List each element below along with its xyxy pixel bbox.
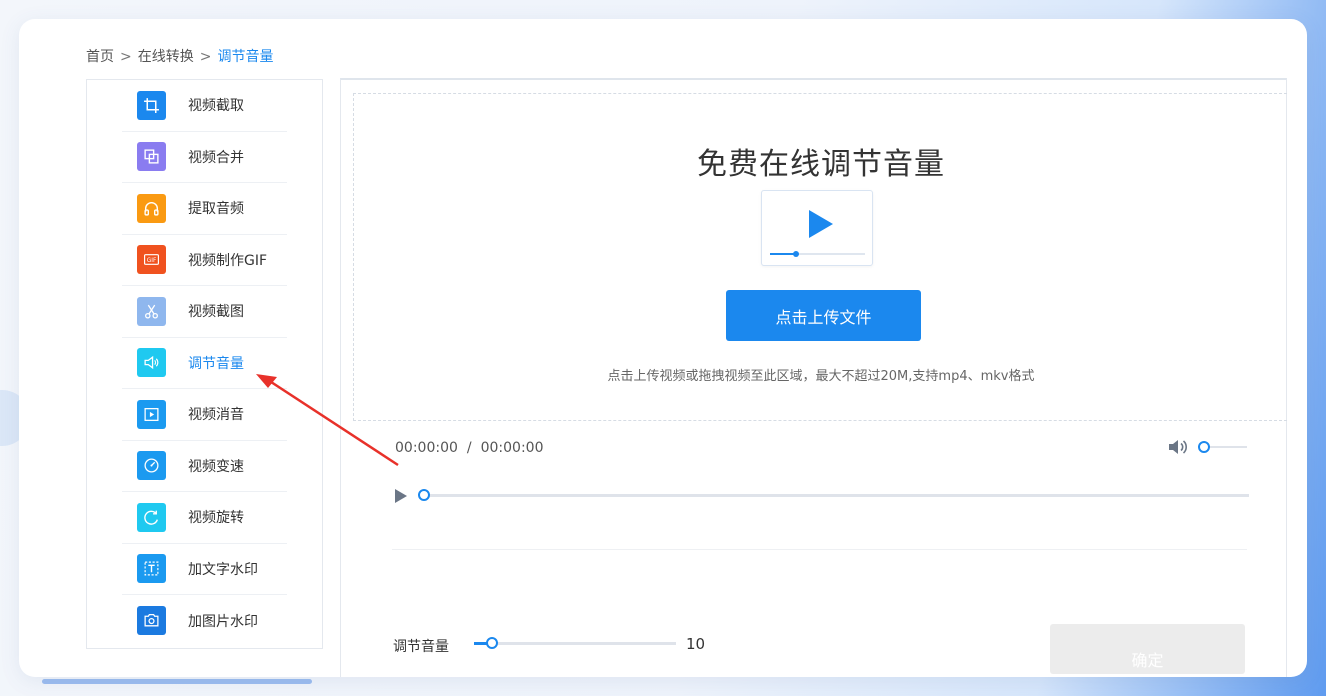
sidebar-item-video-speed[interactable]: 视频变速 <box>122 441 287 492</box>
illustration-knob <box>793 251 799 257</box>
crop-icon <box>137 90 166 120</box>
player-volume-knob[interactable] <box>1198 441 1210 453</box>
sidebar-item-label: 提取音频 <box>188 201 244 218</box>
breadcrumb-separator: > <box>199 49 212 65</box>
bottom-scroll-bar <box>42 679 312 684</box>
breadcrumb-current: 调节音量 <box>217 49 274 65</box>
sidebar-item-label: 视频消音 <box>188 407 244 424</box>
sidebar-item-label: 视频制作GIF <box>188 252 268 269</box>
speedometer-icon <box>137 451 166 481</box>
svg-text:GIF: GIF <box>147 258 157 264</box>
sidebar-item-label: 视频旋转 <box>188 510 244 527</box>
sidebar-item-video-merge[interactable]: 视频合并 <box>122 132 287 183</box>
video-progress-track[interactable] <box>427 494 1249 497</box>
main-panel: 免费在线调节音量 点击上传文件 点击上传视频或拖拽视频至此区域，最大不超过20M… <box>340 78 1287 677</box>
adjust-volume-value: 10 <box>686 635 706 653</box>
scissors-icon <box>137 296 166 326</box>
breadcrumb: 首页 > 在线转换 > 调节音量 <box>86 46 273 66</box>
upload-drop-zone[interactable]: 免费在线调节音量 点击上传文件 点击上传视频或拖拽视频至此区域，最大不超过20M… <box>353 93 1287 421</box>
volume-icon <box>137 348 166 378</box>
sidebar-item-label: 视频截图 <box>188 304 244 321</box>
video-play-icon <box>137 399 166 429</box>
text-watermark-icon <box>137 554 166 584</box>
speaker-icon[interactable] <box>1168 438 1190 456</box>
video-placeholder-illustration <box>761 190 873 266</box>
main-card: 首页 > 在线转换 > 调节音量 视频截取 视频合并 提取音频 GIF 视频制作GIF <box>19 19 1307 677</box>
headphones-icon <box>137 193 166 223</box>
total-time: 00:00:00 <box>480 440 544 456</box>
page-title: 免费在线调节音量 <box>697 147 945 182</box>
breadcrumb-category[interactable]: 在线转换 <box>138 49 194 65</box>
sidebar-item-label: 加图片水印 <box>188 613 258 630</box>
tool-sidebar: 视频截取 视频合并 提取音频 GIF 视频制作GIF 视频截图 调节音量 视频消… <box>86 79 323 649</box>
adjust-volume-label: 调节音量 <box>393 639 449 655</box>
sidebar-item-video-gif[interactable]: GIF 视频制作GIF <box>122 235 287 286</box>
gif-icon: GIF <box>137 245 166 275</box>
sidebar-item-adjust-volume[interactable]: 调节音量 <box>122 338 287 389</box>
upload-hint: 点击上传视频或拖拽视频至此区域，最大不超过20M,支持mp4、mkv格式 <box>607 369 1035 384</box>
sidebar-item-video-mute[interactable]: 视频消音 <box>122 389 287 441</box>
current-time: 00:00:00 <box>395 440 458 456</box>
breadcrumb-separator: > <box>120 49 132 65</box>
play-icon <box>809 210 833 238</box>
sidebar-item-label: 视频变速 <box>188 458 244 475</box>
adjust-volume-track[interactable] <box>474 642 676 645</box>
play-icon[interactable] <box>394 488 408 504</box>
sidebar-item-video-screenshot[interactable]: 视频截图 <box>122 286 287 338</box>
sidebar-item-extract-audio[interactable]: 提取音频 <box>122 183 287 235</box>
divider <box>392 549 1247 550</box>
sidebar-item-label: 视频截取 <box>188 98 244 115</box>
sidebar-item-text-watermark[interactable]: 加文字水印 <box>122 544 287 595</box>
sidebar-item-label: 调节音量 <box>188 355 244 372</box>
time-separator: / <box>466 440 472 456</box>
merge-icon <box>137 142 166 172</box>
sidebar-item-video-rotate[interactable]: 视频旋转 <box>122 492 287 544</box>
adjust-volume-knob[interactable] <box>486 637 498 649</box>
sidebar-item-video-trim[interactable]: 视频截取 <box>122 80 287 132</box>
breadcrumb-home[interactable]: 首页 <box>86 49 114 65</box>
confirm-button[interactable]: 确定 <box>1050 624 1245 674</box>
upload-file-button[interactable]: 点击上传文件 <box>726 290 921 341</box>
sidebar-item-label: 加文字水印 <box>188 561 258 578</box>
time-display: 00:00:00 / 00:00:00 <box>395 440 544 456</box>
video-progress-knob[interactable] <box>418 489 430 501</box>
sidebar-item-image-watermark[interactable]: 加图片水印 <box>122 595 287 647</box>
rotate-icon <box>137 502 166 532</box>
sidebar-item-label: 视频合并 <box>188 149 244 166</box>
image-watermark-icon <box>137 606 166 636</box>
